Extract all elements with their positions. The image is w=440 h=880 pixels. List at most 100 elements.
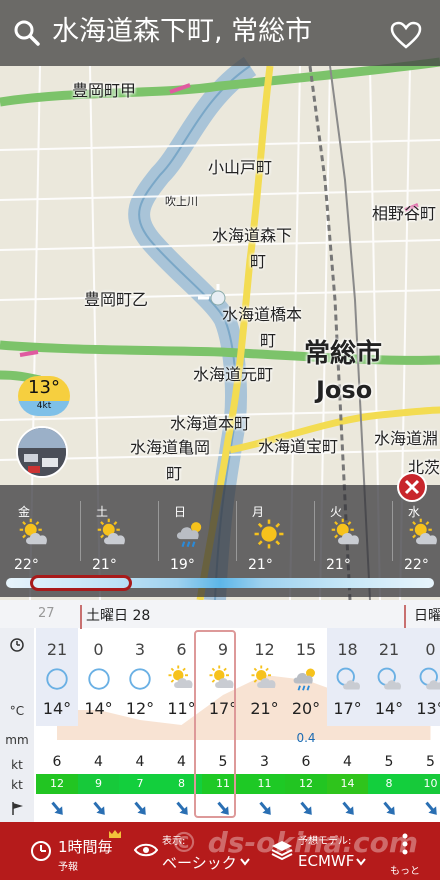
map-label: 水海道森下 [212, 226, 293, 245]
day-temp: 22° [404, 557, 429, 573]
interval-label[interactable]: 1時間毎 [58, 836, 113, 857]
hour-gust: 12 [36, 774, 78, 794]
map-label: 町 [250, 252, 267, 271]
chevron-down-icon [356, 858, 366, 866]
chevron-down-icon [240, 858, 250, 866]
watermark: © ds-okina.com [170, 826, 419, 859]
city-label-en: Joso [316, 376, 373, 404]
timeline-selection[interactable] [30, 575, 132, 591]
clock-icon[interactable] [30, 840, 52, 862]
date-prev: 27 [38, 606, 55, 621]
day-separator [158, 501, 159, 561]
row-labels [0, 628, 34, 822]
map-label: 水海道本町 [170, 414, 251, 433]
hour-wind: 3 [260, 754, 269, 770]
hour-gust: 11 [243, 774, 286, 794]
hour-wind: 5 [384, 754, 394, 770]
sun-cloud-icon [19, 518, 47, 545]
hour-wind: 5 [426, 754, 435, 770]
favorite-heart-icon[interactable] [390, 21, 422, 49]
current-temp: 13° [28, 377, 60, 398]
close-button[interactable] [397, 472, 427, 502]
app-root: 豊岡町甲 小山戸町 相野谷町 水海道森下 町 豊岡町乙 水海道橋本 町 常総市 … [0, 0, 440, 880]
wind-arrow-icon [258, 801, 271, 815]
city-label: 常総市 [304, 339, 383, 369]
sun-cloud-icon [251, 665, 276, 688]
wind-arrow-icon [383, 801, 395, 815]
day-separator [314, 501, 315, 561]
day-temp: 21° [92, 557, 117, 573]
hour-gust: 14 [326, 774, 369, 794]
webcam-image [18, 428, 66, 476]
date-current: 土曜日 28 [86, 608, 151, 624]
sun-cloud-icon [409, 518, 437, 545]
wind-arrow-icon [92, 801, 105, 815]
wind-arrow-icon [300, 801, 312, 815]
webcam-thumbnail[interactable] [16, 426, 68, 478]
moon-cloud-icon [336, 667, 360, 690]
wind-unit-label: kt [11, 758, 23, 772]
hour-gust: 8 [368, 774, 410, 794]
map-label: 水海道宝町 [258, 437, 339, 456]
moon-icon [87, 668, 110, 690]
hour-wind: 6 [301, 754, 311, 770]
search-bar[interactable]: 水海道森下町, 常総市 [0, 0, 440, 66]
hour-temp: 12° [125, 699, 155, 718]
hour-label: 0 [425, 640, 436, 659]
search-icon[interactable] [14, 20, 40, 46]
gust-unit-label: kt [11, 778, 23, 792]
map-label: 水海道橋本 [222, 305, 303, 324]
hour-label: 18 [337, 640, 358, 659]
date-next: 日曜 [414, 608, 440, 624]
map-label: 相野谷町 [372, 204, 437, 223]
wind-direction-flag-icon [12, 802, 23, 815]
day-temp: 22° [14, 557, 39, 573]
sun-cloud-icon [97, 518, 125, 545]
map-label: 水海道元町 [193, 365, 274, 384]
hour-wind: 6 [52, 754, 62, 770]
hour-gust: 9 [77, 774, 120, 794]
hour-temp: 14° [84, 699, 113, 718]
hour-wind: 4 [135, 754, 145, 770]
hour-temp: 13° [416, 699, 440, 718]
hour-gust: 7 [119, 774, 161, 794]
wind-arrow-icon [424, 801, 437, 815]
moon-cloud-icon [419, 667, 440, 690]
hour-temp: 20° [291, 699, 321, 718]
selected-hour-highlight[interactable] [194, 630, 236, 818]
day-separator [392, 501, 393, 561]
map-label: 吹上川 [165, 195, 198, 208]
location-title[interactable]: 水海道森下町, 常総市 [52, 14, 312, 50]
current-weather-badge[interactable]: 13° 4kt [18, 376, 70, 416]
hour-wind: 4 [343, 754, 352, 770]
rain-cloud-icon [176, 522, 202, 548]
map-label: 豊岡町乙 [84, 290, 149, 309]
close-icon [404, 479, 420, 495]
map-label: 町 [166, 464, 183, 483]
day-separator [80, 501, 81, 561]
sun-cloud-icon [331, 518, 359, 545]
hour-label: 0 [93, 640, 104, 659]
map-label: 水海道淵 [374, 429, 439, 448]
hour-temp: 14° [374, 699, 404, 718]
temp-unit-label: °C [9, 704, 25, 718]
eye-icon[interactable] [134, 842, 158, 858]
hour-label: 15 [295, 640, 317, 659]
hour-label: 3 [134, 640, 146, 659]
hour-label: 21 [46, 640, 68, 659]
rain-cloud-icon [293, 668, 315, 691]
date-header [0, 600, 440, 628]
map-label: 町 [260, 331, 277, 350]
interval-sub: 予報 [58, 862, 78, 873]
day-temp: 21° [248, 557, 273, 573]
bottom-toolbar: 1時間毎 予報 表示: ベーシック 予想モデル: ECMWF もっと © ds-… [0, 822, 440, 880]
moon-icon [129, 668, 151, 690]
hour-gust: 12 [285, 774, 327, 794]
map-label: 豊岡町甲 [72, 81, 137, 100]
hourly-forecast-table[interactable]: 27 土曜日 28 日曜 °C mm kt kt 21 14° 6 12 0 14° 4 9 3… [0, 600, 440, 822]
hour-temp: 17° [333, 699, 362, 718]
wind-arrow-icon [341, 801, 354, 815]
more-label[interactable]: もっと [390, 862, 420, 877]
hour-temp: 14° [42, 699, 72, 718]
wind-arrow-icon [51, 801, 63, 815]
